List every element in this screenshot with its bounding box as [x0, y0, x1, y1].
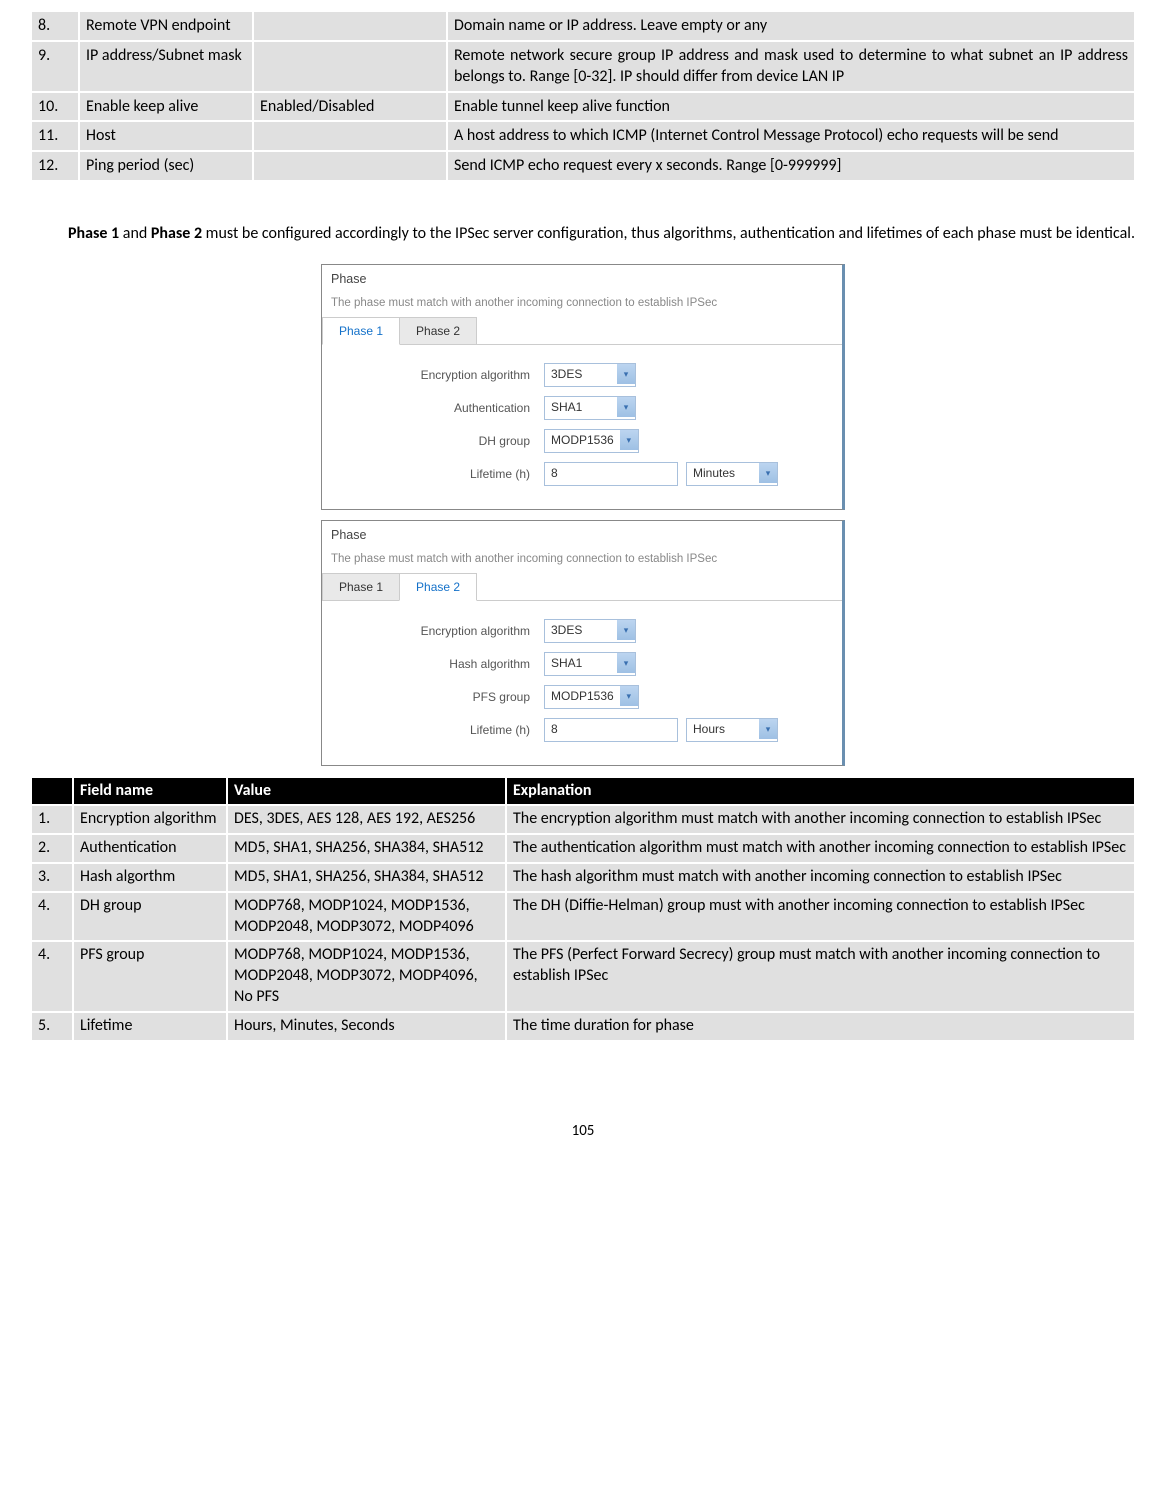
phase2-panel: Phase The phase must match with another … — [321, 520, 845, 766]
phase1-bold: Phase 1 — [68, 224, 119, 243]
table-row: 11.HostA host address to which ICMP (Int… — [31, 121, 1135, 151]
phase-paragraph: Phase 1 and Phase 2 must be configured a… — [30, 222, 1136, 246]
table-row: 2.AuthenticationMD5, SHA1, SHA256, SHA38… — [31, 834, 1135, 863]
table-row: 4.PFS groupMODP768, MODP1024, MODP1536, … — [31, 941, 1135, 1011]
select-auth[interactable]: SHA1▾ — [544, 396, 636, 420]
select-lifetime-unit[interactable]: Hours▾ — [686, 718, 778, 742]
table-row: 5.LifetimeHours, Minutes, SecondsThe tim… — [31, 1012, 1135, 1041]
select-pfs-group[interactable]: MODP1536▾ — [544, 685, 639, 709]
phase-tabs: Phase 1 Phase 2 — [322, 317, 842, 345]
table-row: 3.Hash algorthmMD5, SHA1, SHA256, SHA384… — [31, 863, 1135, 892]
input-lifetime[interactable]: 8 — [544, 462, 678, 486]
panel-title: Phase — [322, 521, 842, 549]
label-enc-alg: Encryption algorithm — [340, 368, 544, 382]
tab-phase1[interactable]: Phase 1 — [322, 573, 400, 600]
phase2-bold: Phase 2 — [151, 224, 202, 243]
phase-fields-table: Field name Value Explanation 1.Encryptio… — [30, 776, 1136, 1042]
label-enc-alg: Encryption algorithm — [340, 624, 544, 638]
select-hash-alg[interactable]: SHA1▾ — [544, 652, 636, 676]
tab-phase1[interactable]: Phase 1 — [322, 317, 400, 345]
label-dh-group: DH group — [340, 434, 544, 448]
label-auth: Authentication — [340, 401, 544, 415]
table-row: 12.Ping period (sec)Send ICMP echo reque… — [31, 151, 1135, 181]
table-row: 8.Remote VPN endpointDomain name or IP a… — [31, 11, 1135, 41]
chevron-down-icon: ▾ — [620, 686, 638, 706]
select-lifetime-unit[interactable]: Minutes▾ — [686, 462, 778, 486]
label-lifetime: Lifetime (h) — [340, 467, 544, 481]
chevron-down-icon: ▾ — [620, 430, 638, 450]
chevron-down-icon: ▾ — [617, 397, 635, 417]
label-hash-alg: Hash algorithm — [340, 657, 544, 671]
select-dh-group[interactable]: MODP1536▾ — [544, 429, 639, 453]
chevron-down-icon: ▾ — [759, 463, 777, 483]
chevron-down-icon: ▾ — [617, 653, 635, 673]
col-field: Field name — [73, 777, 227, 806]
tab-phase2[interactable]: Phase 2 — [399, 573, 477, 601]
label-pfs-group: PFS group — [340, 690, 544, 704]
chevron-down-icon: ▾ — [759, 719, 777, 739]
phase1-panel: Phase The phase must match with another … — [321, 264, 845, 510]
table-row: 9.IP address/Subnet maskRemote network s… — [31, 41, 1135, 92]
input-lifetime[interactable]: 8 — [544, 718, 678, 742]
panel-subtitle: The phase must match with another incomi… — [322, 549, 842, 573]
label-lifetime: Lifetime (h) — [340, 723, 544, 737]
table-row: 10.Enable keep aliveEnabled/DisabledEnab… — [31, 92, 1135, 122]
select-enc-alg[interactable]: 3DES▾ — [544, 363, 636, 387]
col-explanation: Explanation — [506, 777, 1135, 806]
panel-subtitle: The phase must match with another incomi… — [322, 293, 842, 317]
tab-phase2[interactable]: Phase 2 — [399, 317, 477, 344]
select-enc-alg[interactable]: 3DES▾ — [544, 619, 636, 643]
page-number: 105 — [30, 1122, 1136, 1140]
phase-tabs: Phase 1 Phase 2 — [322, 573, 842, 601]
panel-title: Phase — [322, 265, 842, 293]
chevron-down-icon: ▾ — [617, 620, 635, 640]
chevron-down-icon: ▾ — [617, 364, 635, 384]
col-value: Value — [227, 777, 506, 806]
col-num — [31, 777, 73, 806]
vpn-params-table: 8.Remote VPN endpointDomain name or IP a… — [30, 10, 1136, 182]
table-row: 1.Encryption algorithmDES, 3DES, AES 128… — [31, 805, 1135, 834]
table-row: 4.DH groupMODP768, MODP1024, MODP1536, M… — [31, 892, 1135, 942]
